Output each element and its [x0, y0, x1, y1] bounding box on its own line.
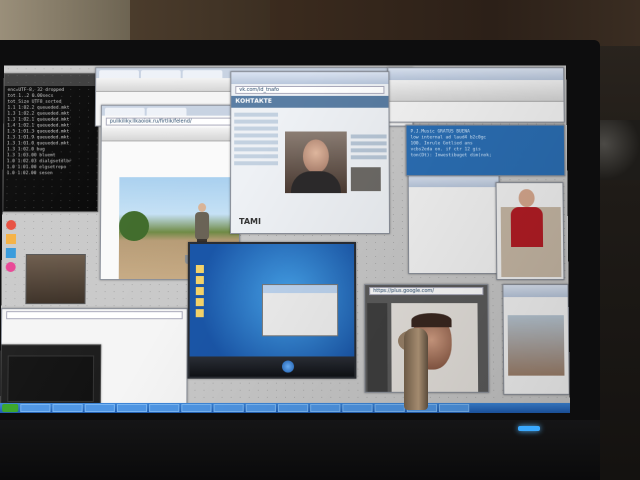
dark-preview-window[interactable]: [0, 344, 102, 410]
desktop-icon[interactable]: [195, 287, 204, 296]
start-button[interactable]: [2, 403, 19, 413]
desktop-icon[interactable]: [195, 276, 204, 285]
window-titlebar: [231, 72, 389, 85]
brand-logo: TAMI: [239, 217, 261, 227]
app-icon[interactable]: [5, 262, 16, 273]
browser-tab[interactable]: [182, 70, 223, 79]
media-player-bar[interactable]: [189, 356, 355, 377]
terminal-titlebar: [4, 74, 99, 86]
taskbar-item[interactable]: [213, 403, 244, 413]
vk-sidebar-menu: [234, 110, 279, 169]
taskbar-item[interactable]: [438, 403, 470, 413]
taskbar-item[interactable]: [277, 403, 309, 413]
browser-window-right[interactable]: [387, 67, 565, 123]
desktop-icon-column: [195, 262, 218, 320]
preview-area: [7, 355, 95, 402]
profile-body: [290, 171, 341, 194]
tool-palette[interactable]: [367, 303, 388, 392]
window-titlebar: [503, 285, 568, 298]
taskbar-item[interactable]: [245, 403, 276, 413]
folder-icon[interactable]: [5, 234, 17, 244]
taskbar-item[interactable]: [342, 403, 373, 413]
menu-item[interactable]: [234, 161, 279, 166]
tree: [118, 211, 150, 241]
window-titlebar: [388, 68, 564, 81]
taskbar-item[interactable]: [310, 403, 341, 413]
tab-strip: [101, 105, 240, 116]
browser-tab[interactable]: [99, 70, 139, 79]
vk-profile-window[interactable]: vk.com/id_tnafo КОНТАКТЕ TAMI: [230, 71, 390, 235]
friend-photo[interactable]: [350, 167, 381, 192]
taskbar-item[interactable]: [374, 403, 405, 413]
browser-tab[interactable]: [104, 107, 145, 116]
address-bar[interactable]: [6, 311, 183, 320]
document-window[interactable]: [407, 174, 501, 275]
person-torso: [194, 212, 210, 240]
finger-occlusion: [404, 328, 428, 410]
menu-item[interactable]: [234, 112, 279, 117]
taskbar-item[interactable]: [52, 403, 83, 413]
menu-item[interactable]: [234, 140, 279, 145]
terminal-output: enc=UTF-8, 32 dropped tot 1..2 0.00secs …: [4, 86, 98, 179]
profile-face: [302, 139, 329, 174]
windows7-screenshot-window[interactable]: [187, 241, 357, 379]
app-icon[interactable]: [6, 220, 17, 231]
browser-tab[interactable]: [140, 70, 181, 79]
portrait-hair: [411, 313, 452, 328]
blue-document-window[interactable]: P.J.Music GRATUS BUENA low internal ad l…: [405, 124, 566, 177]
terminal-window[interactable]: enc=UTF-8, 32 dropped tot 1..2 0.00secs …: [2, 73, 100, 213]
power-led: [518, 426, 540, 431]
app-icon[interactable]: [5, 247, 16, 259]
profile-photo[interactable]: [285, 131, 347, 194]
window-titlebar: [408, 175, 499, 188]
taskbar-item[interactable]: [116, 403, 148, 413]
address-bar[interactable]: vk.com/id_tnafo: [235, 85, 385, 94]
terminal-line: 1.0 1:02.00 sesen: [6, 171, 53, 177]
monitor-screen: enc=UTF-8, 32 dropped tot 1..2 0.00secs …: [0, 65, 570, 414]
menu-item[interactable]: [234, 147, 279, 152]
profile-info: [350, 132, 387, 192]
system-dialog[interactable]: [261, 284, 339, 337]
portrait-window[interactable]: [495, 182, 565, 281]
desktop-icon[interactable]: [195, 298, 204, 307]
vk-header: КОНТАКТЕ: [231, 95, 389, 108]
thumbnail-photo: [25, 254, 86, 305]
address-bar[interactable]: https://plus.google.com/: [369, 287, 484, 296]
taskbar-item[interactable]: [149, 403, 180, 413]
menu-item[interactable]: [234, 154, 279, 159]
image-window[interactable]: [502, 284, 570, 395]
taskbar: [0, 402, 570, 414]
taskbar-item[interactable]: [20, 403, 51, 413]
address-bar[interactable]: pulikiliky.llkaoiok.ru/firtlik/felend/: [105, 117, 236, 126]
browser-tab[interactable]: [146, 107, 187, 116]
menu-item[interactable]: [234, 126, 279, 131]
play-icon[interactable]: [281, 360, 295, 373]
taskbar-item[interactable]: [84, 403, 115, 413]
document-text: P.J.Music GRATUS BUENA low internal ad l…: [406, 126, 564, 164]
image-thumbnail: [507, 315, 565, 376]
toolbar-icons: [388, 80, 564, 102]
taskbar-item[interactable]: [181, 403, 212, 413]
browser-toolbar: [101, 127, 240, 142]
desktop-icon[interactable]: [195, 309, 204, 318]
menu-item[interactable]: [234, 133, 279, 138]
portrait-red-shirt: [510, 207, 544, 247]
document-line: ton(Dt): Inwestibuget dim(nok;: [410, 153, 492, 159]
desktop-icon[interactable]: [195, 265, 204, 274]
monitor-lower-bezel: [0, 420, 600, 480]
menu-item[interactable]: [234, 119, 279, 124]
portrait-head: [518, 189, 535, 208]
person-head: [198, 203, 207, 213]
photo-scene: enc=UTF-8, 32 dropped tot 1..2 0.00secs …: [0, 0, 640, 480]
